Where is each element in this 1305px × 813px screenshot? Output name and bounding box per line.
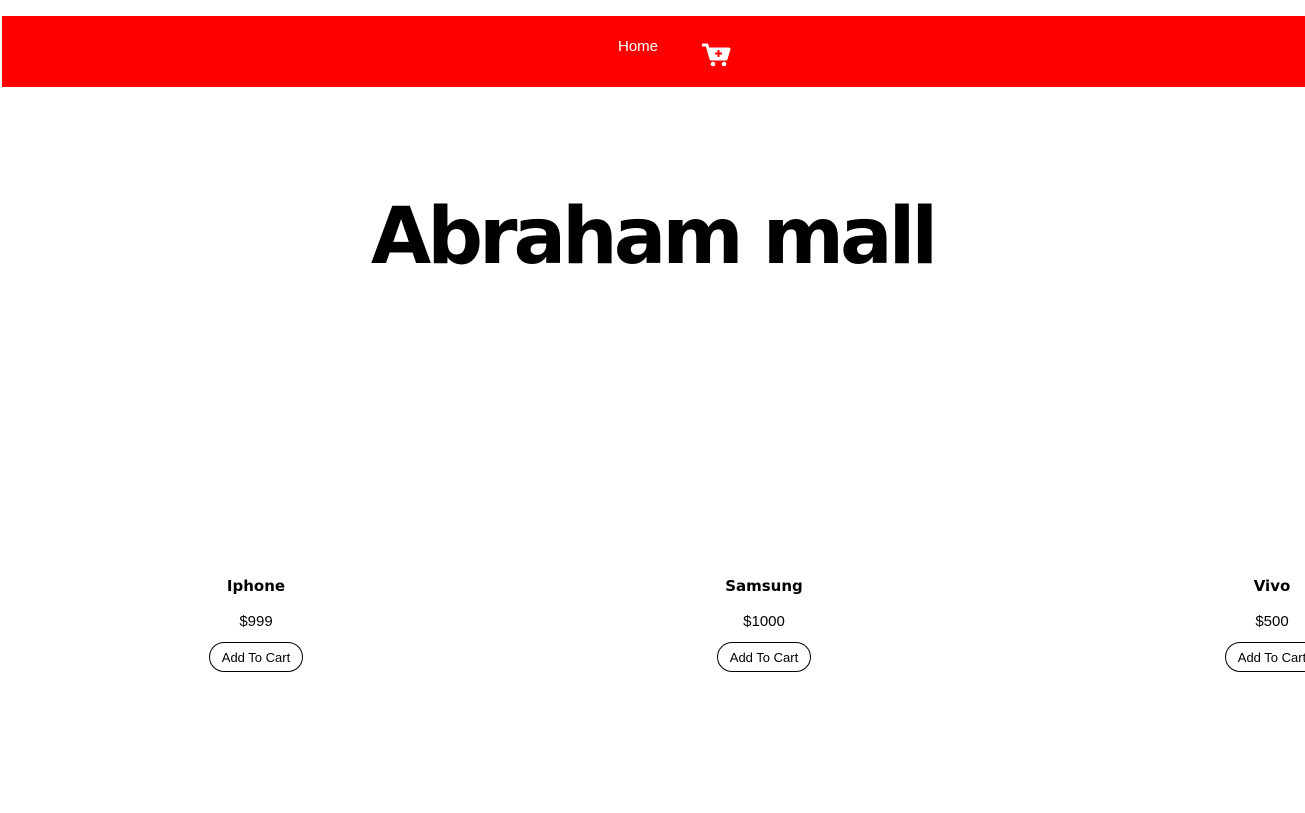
page-title: Abraham mall xyxy=(370,192,938,282)
top-navbar: Home xyxy=(2,16,1305,87)
product-price: $999 xyxy=(239,613,273,630)
product-price: $500 xyxy=(1255,613,1289,630)
product-name: Iphone xyxy=(226,577,286,595)
product-card-vivo: Vivo $500 Add To Cart xyxy=(1162,574,1305,672)
add-to-cart-button[interactable]: Add To Cart xyxy=(208,642,304,672)
product-price: $1000 xyxy=(743,613,785,630)
product-name: Samsung xyxy=(725,577,803,595)
product-card-samsung: Samsung $1000 Add To Cart xyxy=(654,574,874,672)
add-to-cart-button[interactable]: Add To Cart xyxy=(1224,642,1305,672)
add-to-cart-button[interactable]: Add To Cart xyxy=(716,642,812,672)
product-name: Vivo xyxy=(1253,577,1291,595)
cart-plus-icon[interactable] xyxy=(701,42,732,68)
product-card-iphone: Iphone $999 Add To Cart xyxy=(146,574,366,672)
nav-home-link[interactable]: Home xyxy=(618,38,658,55)
